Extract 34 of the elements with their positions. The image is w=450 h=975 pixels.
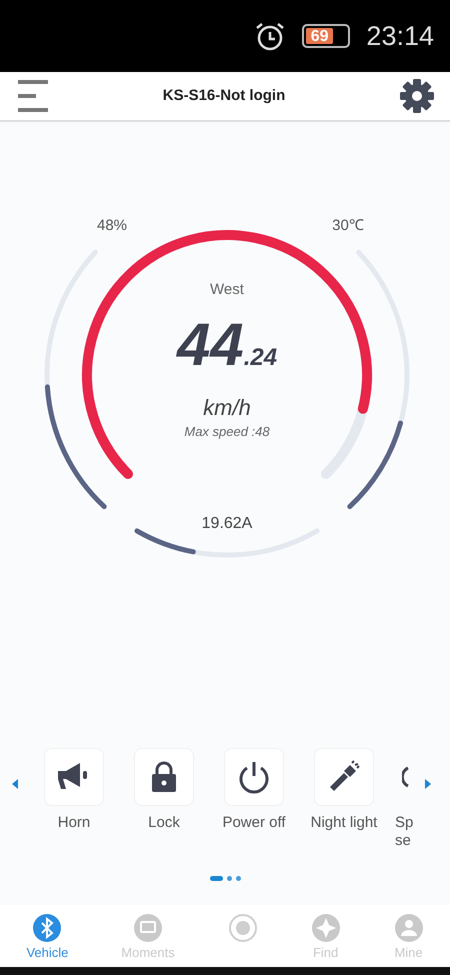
action-button[interactable] xyxy=(224,748,284,806)
right-arrow-icon[interactable] xyxy=(423,778,433,790)
lock-icon xyxy=(150,761,178,793)
action-button[interactable] xyxy=(134,748,194,806)
page-dot[interactable] xyxy=(226,876,232,881)
battery-level: 69 xyxy=(306,28,333,44)
left-arrow-icon[interactable] xyxy=(10,778,20,790)
nav-tab[interactable]: Vehicle xyxy=(26,913,68,962)
temperature-reading: 30℃ xyxy=(332,217,364,234)
action-button[interactable] xyxy=(314,748,374,806)
max-speed: Max speed :48 xyxy=(184,424,270,439)
current-reading: 19.62A xyxy=(202,515,252,532)
action-label: Night light xyxy=(310,814,378,832)
chat-icon xyxy=(133,913,164,943)
device-title: KS-S16-Not login xyxy=(162,86,286,106)
action-label: Lock xyxy=(148,814,180,832)
compass-icon xyxy=(310,913,341,943)
speed-unit: km/h xyxy=(203,395,251,420)
action-label: Power off xyxy=(222,814,286,832)
power-icon xyxy=(237,760,271,794)
direction-label: West xyxy=(210,281,244,298)
person-icon xyxy=(394,913,424,943)
battery-reading: 48% xyxy=(96,217,128,234)
speed-value: 44.24 xyxy=(176,311,278,378)
menu-icon[interactable] xyxy=(16,79,48,113)
action-label: Sp se xyxy=(395,814,414,850)
bluetooth-icon xyxy=(32,913,62,943)
action-button[interactable] xyxy=(44,748,104,806)
settings-icon[interactable] xyxy=(400,79,434,113)
clock: 23:14 xyxy=(366,20,434,53)
page-dot[interactable] xyxy=(236,876,240,881)
partial-icon xyxy=(402,766,410,788)
alarm-icon xyxy=(254,20,286,52)
action-label: Horn xyxy=(58,814,90,832)
